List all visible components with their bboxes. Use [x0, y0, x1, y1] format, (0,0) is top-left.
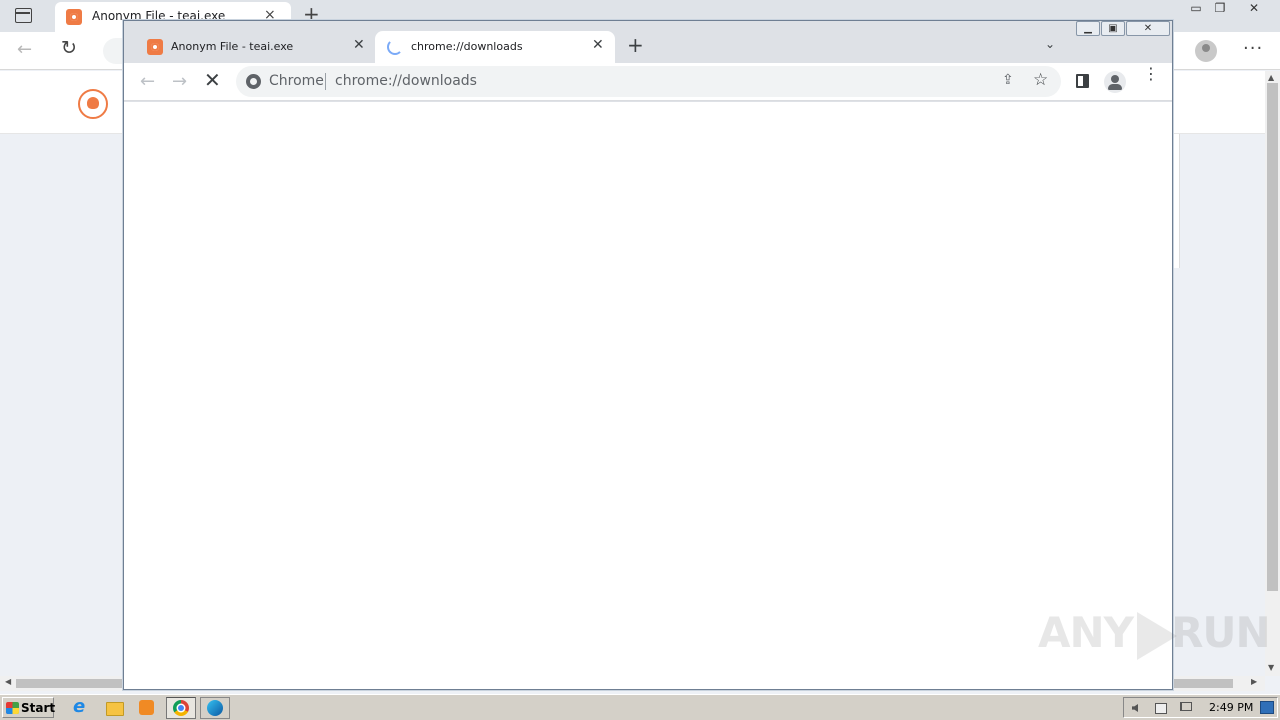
chrome-new-tab-button[interactable]: +	[627, 33, 644, 57]
scroll-right-icon[interactable]: ▶	[1251, 677, 1257, 686]
windows-logo-icon	[6, 702, 19, 714]
media-player-icon[interactable]	[136, 698, 158, 718]
site-logo-icon[interactable]	[78, 89, 108, 119]
edge-vertical-scrollbar[interactable]: ▲ ▼	[1265, 71, 1280, 676]
scroll-up-icon[interactable]: ▲	[1268, 73, 1274, 82]
chrome-window-controls: ▁ ▣ ✕	[1076, 21, 1172, 38]
chrome-tab-close-icon[interactable]: ✕	[592, 37, 604, 53]
forward-arrow-icon[interactable]: →	[172, 71, 187, 92]
edge-profile-icon[interactable]	[1195, 40, 1217, 62]
bookmark-star-icon[interactable]: ☆	[1033, 70, 1048, 90]
edge-restore-button[interactable]: ❐	[1205, 0, 1235, 18]
chrome-menu-icon[interactable]: ⋮	[1143, 66, 1159, 82]
network-icon[interactable]	[1154, 701, 1168, 715]
chrome-tab-downloads[interactable]: chrome://downloads ✕	[375, 31, 615, 63]
anyrun-watermark: ANY RUN	[1038, 608, 1271, 660]
watermark-text-right: RUN	[1171, 608, 1271, 657]
taskbar: Start 2:49 PM	[0, 694, 1280, 720]
edge-close-button[interactable]: ✕	[1239, 0, 1269, 18]
edge-back-icon[interactable]: ←	[17, 39, 32, 60]
chrome-close-button[interactable]: ✕	[1126, 21, 1170, 36]
chrome-toolbar: ← → ✕ Chrome chrome://downloads ⇪ ☆ ⋮	[124, 63, 1172, 101]
omnibox-address-bar[interactable]: Chrome chrome://downloads ⇪ ☆	[236, 66, 1061, 97]
side-panel-icon[interactable]	[1076, 74, 1089, 88]
chrome-tab-close-icon[interactable]: ✕	[353, 37, 365, 53]
internet-explorer-icon[interactable]	[69, 696, 91, 718]
chrome-profile-icon[interactable]	[1104, 71, 1126, 93]
chrome-page-content	[124, 102, 1172, 689]
back-arrow-icon[interactable]: ←	[140, 71, 155, 92]
site-side-panel	[1172, 134, 1180, 268]
share-icon[interactable]: ⇪	[1002, 72, 1014, 88]
anonym-file-favicon-icon	[147, 39, 163, 55]
file-explorer-icon[interactable]	[103, 698, 125, 718]
show-desktop-icon[interactable]	[1260, 701, 1274, 714]
scroll-left-icon[interactable]: ◀	[5, 677, 11, 686]
watermark-text-left: ANY	[1038, 608, 1134, 657]
edge-tab-actions-icon[interactable]	[15, 8, 32, 23]
anonym-file-favicon-icon	[66, 9, 82, 25]
loading-spinner-icon	[387, 39, 403, 55]
chrome-tab-anonym-file[interactable]: Anonym File - teai.exe ✕	[135, 31, 373, 63]
edge-menu-icon[interactable]: ···	[1243, 38, 1263, 59]
chrome-minimize-button[interactable]: ▁	[1076, 21, 1100, 36]
start-label: Start	[21, 701, 56, 715]
vertical-scroll-thumb[interactable]	[1267, 83, 1278, 591]
tray-clock[interactable]: 2:49 PM	[1209, 701, 1253, 714]
action-center-flag-icon[interactable]	[1178, 701, 1192, 715]
chrome-browser-window: ▁ ▣ ✕ Anonym File - teai.exe ✕ chrome://…	[123, 20, 1173, 690]
tab-search-chevron-down-icon[interactable]: ⌄	[1045, 37, 1055, 51]
system-tray: 2:49 PM	[1123, 697, 1278, 718]
chrome-taskbar-icon[interactable]	[166, 697, 196, 719]
stop-loading-icon[interactable]: ✕	[204, 68, 221, 92]
chrome-tab-title: chrome://downloads	[411, 40, 523, 53]
edge-reload-icon[interactable]: ↻	[61, 37, 77, 59]
scroll-down-icon[interactable]: ▼	[1268, 663, 1274, 672]
start-button[interactable]: Start	[2, 697, 56, 718]
omnibox-scheme-label: Chrome	[269, 73, 324, 89]
chrome-logo-icon	[246, 74, 261, 89]
omnibox-separator	[325, 73, 326, 90]
edge-taskbar-icon[interactable]	[200, 697, 230, 719]
speaker-icon[interactable]	[1130, 701, 1144, 715]
chrome-restore-button[interactable]: ▣	[1101, 21, 1125, 36]
chrome-tab-title: Anonym File - teai.exe	[171, 40, 294, 53]
omnibox-url-text[interactable]: chrome://downloads	[335, 73, 477, 89]
